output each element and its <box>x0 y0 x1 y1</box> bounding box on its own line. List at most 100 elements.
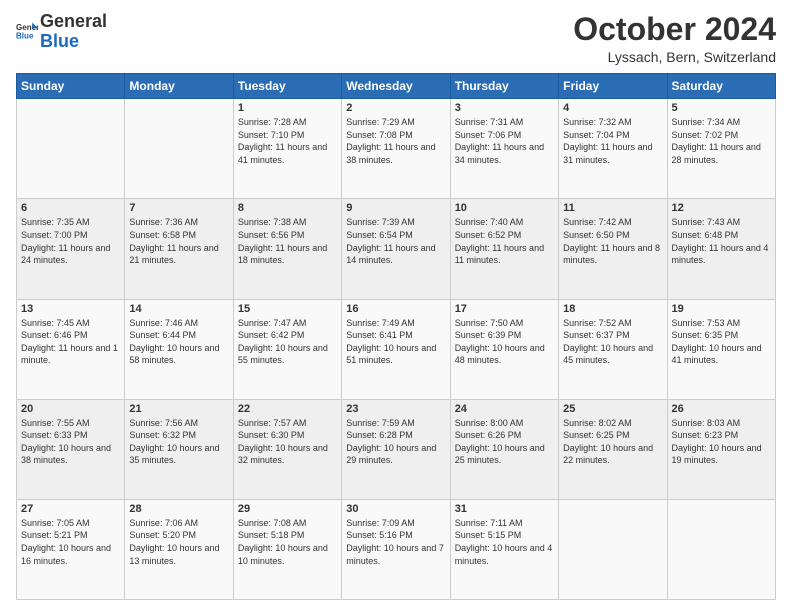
calendar-cell: 7 Sunrise: 7:36 AM Sunset: 6:58 PM Daylig… <box>125 199 233 299</box>
day-number: 5 <box>672 102 771 114</box>
col-sunday: Sunday <box>17 74 125 99</box>
day-number: 9 <box>346 202 445 214</box>
month-title: October 2024 <box>573 12 776 47</box>
day-number: 10 <box>455 202 554 214</box>
calendar-cell: 30 Sunrise: 7:09 AM Sunset: 5:16 PM Dayli… <box>342 499 450 599</box>
day-info: Sunrise: 7:35 AM Sunset: 7:00 PM Dayligh… <box>21 216 120 266</box>
calendar-cell: 14 Sunrise: 7:46 AM Sunset: 6:44 PM Dayli… <box>125 299 233 399</box>
day-number: 2 <box>346 102 445 114</box>
calendar-cell: 19 Sunrise: 7:53 AM Sunset: 6:35 PM Dayli… <box>667 299 775 399</box>
day-number: 27 <box>21 503 120 515</box>
calendar-cell: 12 Sunrise: 7:43 AM Sunset: 6:48 PM Dayli… <box>667 199 775 299</box>
day-number: 8 <box>238 202 337 214</box>
svg-text:Blue: Blue <box>16 31 34 40</box>
calendar-cell: 6 Sunrise: 7:35 AM Sunset: 7:00 PM Daylig… <box>17 199 125 299</box>
day-number: 17 <box>455 303 554 315</box>
calendar-cell: 27 Sunrise: 7:05 AM Sunset: 5:21 PM Dayli… <box>17 499 125 599</box>
title-block: October 2024 Lyssach, Bern, Switzerland <box>573 12 776 65</box>
calendar-cell: 9 Sunrise: 7:39 AM Sunset: 6:54 PM Daylig… <box>342 199 450 299</box>
day-number: 14 <box>129 303 228 315</box>
col-thursday: Thursday <box>450 74 558 99</box>
week-row-5: 27 Sunrise: 7:05 AM Sunset: 5:21 PM Dayli… <box>17 499 776 599</box>
day-info: Sunrise: 8:00 AM Sunset: 6:26 PM Dayligh… <box>455 417 554 467</box>
logo-blue-text: Blue <box>40 32 107 52</box>
day-info: Sunrise: 7:39 AM Sunset: 6:54 PM Dayligh… <box>346 216 445 266</box>
calendar-cell: 5 Sunrise: 7:34 AM Sunset: 7:02 PM Daylig… <box>667 99 775 199</box>
week-row-1: 1 Sunrise: 7:28 AM Sunset: 7:10 PM Daylig… <box>17 99 776 199</box>
calendar-cell: 13Sunrise: 7:45 AM Sunset: 6:46 PM Dayli… <box>17 299 125 399</box>
location-title: Lyssach, Bern, Switzerland <box>573 49 776 65</box>
day-info: Sunrise: 7:57 AM Sunset: 6:30 PM Dayligh… <box>238 417 337 467</box>
calendar-cell <box>667 499 775 599</box>
calendar-cell: 20 Sunrise: 7:55 AM Sunset: 6:33 PM Dayli… <box>17 399 125 499</box>
header: General Blue General Blue October 2024 L… <box>16 12 776 65</box>
day-number: 4 <box>563 102 662 114</box>
calendar-cell <box>17 99 125 199</box>
calendar-cell: 15Sunrise: 7:47 AM Sunset: 6:42 PM Dayli… <box>233 299 341 399</box>
day-number: 19 <box>672 303 771 315</box>
day-info: Sunrise: 7:28 AM Sunset: 7:10 PM Dayligh… <box>238 116 337 166</box>
day-number: 22 <box>238 403 337 415</box>
day-number: 28 <box>129 503 228 515</box>
day-number: 29 <box>238 503 337 515</box>
day-info: Sunrise: 7:46 AM Sunset: 6:44 PM Dayligh… <box>129 317 228 367</box>
day-info: Sunrise: 7:11 AM Sunset: 5:15 PM Dayligh… <box>455 517 554 567</box>
col-friday: Friday <box>559 74 667 99</box>
day-info: Sunrise: 7:05 AM Sunset: 5:21 PM Dayligh… <box>21 517 120 567</box>
day-info: Sunrise: 7:56 AM Sunset: 6:32 PM Dayligh… <box>129 417 228 467</box>
col-saturday: Saturday <box>667 74 775 99</box>
day-info: Sunrise: 7:34 AM Sunset: 7:02 PM Dayligh… <box>672 116 771 166</box>
calendar-cell: 24Sunrise: 8:00 AM Sunset: 6:26 PM Dayli… <box>450 399 558 499</box>
calendar-cell: 22 Sunrise: 7:57 AM Sunset: 6:30 PM Dayli… <box>233 399 341 499</box>
calendar-cell <box>125 99 233 199</box>
calendar-cell: 8 Sunrise: 7:38 AM Sunset: 6:56 PM Daylig… <box>233 199 341 299</box>
calendar-cell: 26Sunrise: 8:03 AM Sunset: 6:23 PM Dayli… <box>667 399 775 499</box>
day-number: 18 <box>563 303 662 315</box>
day-info: Sunrise: 8:02 AM Sunset: 6:25 PM Dayligh… <box>563 417 662 467</box>
calendar-cell: 31Sunrise: 7:11 AM Sunset: 5:15 PM Dayli… <box>450 499 558 599</box>
day-info: Sunrise: 7:36 AM Sunset: 6:58 PM Dayligh… <box>129 216 228 266</box>
day-info: Sunrise: 7:55 AM Sunset: 6:33 PM Dayligh… <box>21 417 120 467</box>
day-number: 20 <box>21 403 120 415</box>
logo-general-text: General <box>40 12 107 32</box>
day-info: Sunrise: 7:09 AM Sunset: 5:16 PM Dayligh… <box>346 517 445 567</box>
day-number: 7 <box>129 202 228 214</box>
day-number: 25 <box>563 403 662 415</box>
calendar-cell: 25 Sunrise: 8:02 AM Sunset: 6:25 PM Dayli… <box>559 399 667 499</box>
day-info: Sunrise: 7:38 AM Sunset: 6:56 PM Dayligh… <box>238 216 337 266</box>
calendar-cell: 10 Sunrise: 7:40 AM Sunset: 6:52 PM Dayli… <box>450 199 558 299</box>
week-row-3: 13Sunrise: 7:45 AM Sunset: 6:46 PM Dayli… <box>17 299 776 399</box>
day-info: Sunrise: 7:40 AM Sunset: 6:52 PM Dayligh… <box>455 216 554 266</box>
day-info: Sunrise: 7:42 AM Sunset: 6:50 PM Dayligh… <box>563 216 662 266</box>
day-info: Sunrise: 7:08 AM Sunset: 5:18 PM Dayligh… <box>238 517 337 567</box>
day-number: 26 <box>672 403 771 415</box>
calendar-cell: 4Sunrise: 7:32 AM Sunset: 7:04 PM Daylig… <box>559 99 667 199</box>
day-number: 3 <box>455 102 554 114</box>
day-info: Sunrise: 7:43 AM Sunset: 6:48 PM Dayligh… <box>672 216 771 266</box>
logo-icon: General Blue <box>16 21 38 43</box>
day-number: 1 <box>238 102 337 114</box>
day-number: 23 <box>346 403 445 415</box>
logo: General Blue General Blue <box>16 12 107 52</box>
day-info: Sunrise: 7:52 AM Sunset: 6:37 PM Dayligh… <box>563 317 662 367</box>
day-info: Sunrise: 7:31 AM Sunset: 7:06 PM Dayligh… <box>455 116 554 166</box>
day-number: 12 <box>672 202 771 214</box>
calendar-cell: 29 Sunrise: 7:08 AM Sunset: 5:18 PM Dayli… <box>233 499 341 599</box>
day-number: 11 <box>563 202 662 214</box>
day-number: 30 <box>346 503 445 515</box>
calendar-cell: 3 Sunrise: 7:31 AM Sunset: 7:06 PM Daylig… <box>450 99 558 199</box>
calendar-cell: 23 Sunrise: 7:59 AM Sunset: 6:28 PM Dayli… <box>342 399 450 499</box>
day-info: Sunrise: 7:59 AM Sunset: 6:28 PM Dayligh… <box>346 417 445 467</box>
calendar-cell: 11 Sunrise: 7:42 AM Sunset: 6:50 PM Dayli… <box>559 199 667 299</box>
day-number: 13 <box>21 303 120 315</box>
day-number: 15 <box>238 303 337 315</box>
calendar-cell: 28 Sunrise: 7:06 AM Sunset: 5:20 PM Dayli… <box>125 499 233 599</box>
day-info: Sunrise: 7:06 AM Sunset: 5:20 PM Dayligh… <box>129 517 228 567</box>
calendar-cell: 1 Sunrise: 7:28 AM Sunset: 7:10 PM Daylig… <box>233 99 341 199</box>
calendar-cell <box>559 499 667 599</box>
day-number: 21 <box>129 403 228 415</box>
day-number: 6 <box>21 202 120 214</box>
week-row-4: 20 Sunrise: 7:55 AM Sunset: 6:33 PM Dayli… <box>17 399 776 499</box>
day-info: Sunrise: 7:53 AM Sunset: 6:35 PM Dayligh… <box>672 317 771 367</box>
calendar-cell: 18 Sunrise: 7:52 AM Sunset: 6:37 PM Dayli… <box>559 299 667 399</box>
